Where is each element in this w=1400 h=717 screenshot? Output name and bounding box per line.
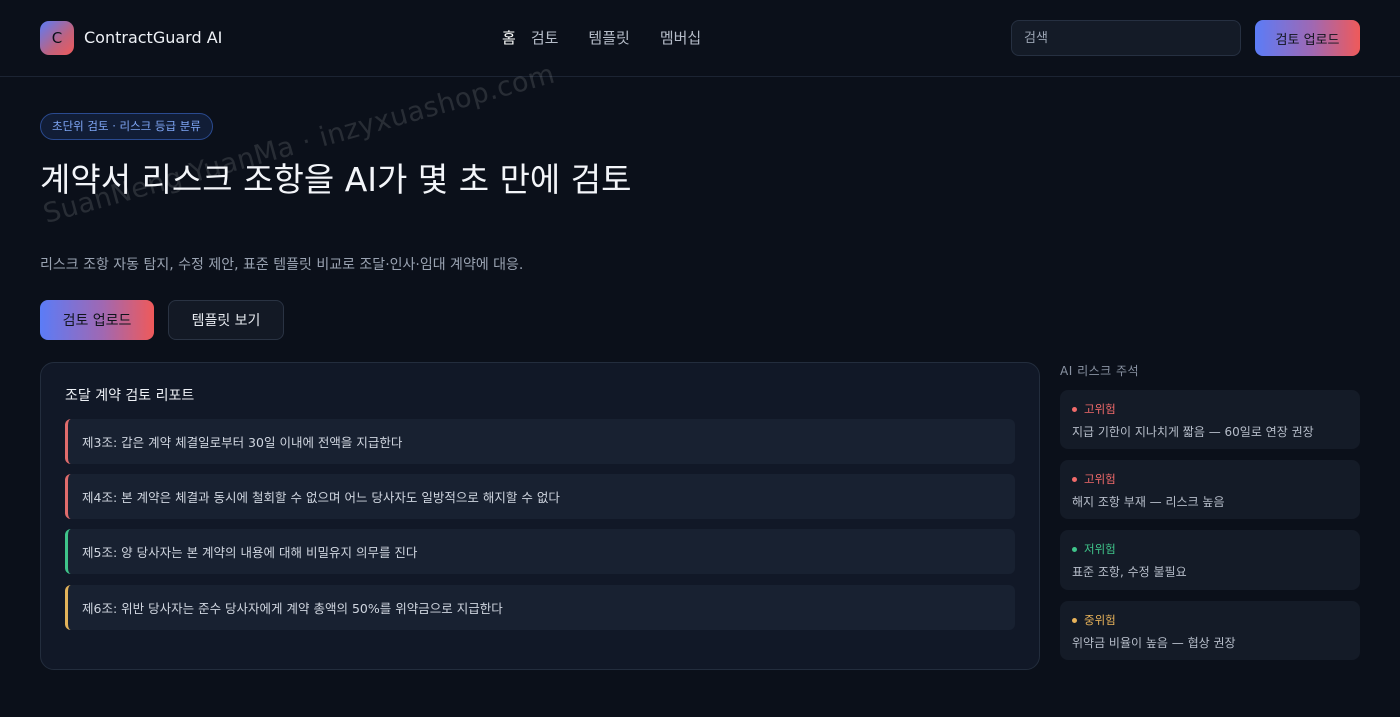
risk-level: 중위험	[1072, 612, 1116, 628]
risk-note: 지급 기한이 지나치게 짧음 — 60일로 연장 권장	[1072, 425, 1314, 439]
nav-item-templates[interactable]: 템플릿	[588, 27, 629, 48]
clause-item[interactable]: 제4조: 본 계약은 체결과 동시에 철회할 수 없으며 어느 당사자도 일방적…	[65, 474, 1015, 519]
risk-level-label: 고위험	[1084, 402, 1116, 416]
header-upload-button[interactable]: 검토 업로드	[1255, 20, 1360, 56]
top-navigation-bar: C ContractGuard AI 홈 검토 템플릿 멤버십 검토 업로드	[0, 0, 1400, 77]
clause-text: 제5조: 양 당사자는 본 계약의 내용에 대해 비밀유지 의무를 진다	[82, 545, 418, 560]
hero-title: 계약서 리스크 조항을 AI가 몇 초 만에 검토	[40, 160, 632, 199]
hero-subtitle: 리스크 조항 자동 탐지, 수정 제안, 표준 템플릿 비교로 조달·인사·임대…	[40, 257, 524, 273]
risk-level-label: 저위험	[1084, 542, 1116, 556]
logo-letter: C	[51, 29, 63, 47]
risk-dot-icon	[1072, 476, 1077, 482]
search-input[interactable]	[1011, 20, 1241, 56]
nav-item-membership[interactable]: 멤버십	[660, 27, 701, 48]
risk-level: 고위험	[1072, 471, 1116, 487]
upload-review-button[interactable]: 검토 업로드	[40, 300, 154, 340]
nav-item-review[interactable]: 검토	[531, 27, 559, 48]
risk-annotation-card[interactable]: 중위험 위약금 비율이 높음 — 협상 권장	[1060, 601, 1360, 660]
risk-level-label: 고위험	[1084, 472, 1116, 486]
risk-annotation-card[interactable]: 고위험 해지 조항 부재 — 리스크 높음	[1060, 460, 1360, 519]
logo-icon[interactable]: C	[40, 21, 74, 55]
risk-level-label: 중위험	[1084, 613, 1116, 627]
clause-text: 제6조: 위반 당사자는 준수 당사자에게 계약 총액의 50%를 위약금으로 …	[82, 601, 503, 616]
nav-item-home[interactable]: 홈	[502, 27, 516, 48]
brand-name[interactable]: ContractGuard AI	[84, 28, 222, 47]
risk-dot-icon	[1072, 546, 1077, 552]
risk-level: 저위험	[1072, 541, 1116, 557]
clause-item[interactable]: 제5조: 양 당사자는 본 계약의 내용에 대해 비밀유지 의무를 진다	[65, 529, 1015, 574]
view-templates-button[interactable]: 템플릿 보기	[168, 300, 284, 340]
clause-item[interactable]: 제3조: 갑은 계약 체결일로부터 30일 이내에 전액을 지급한다	[65, 419, 1015, 464]
risk-note: 해지 조항 부재 — 리스크 높음	[1072, 495, 1225, 509]
risk-note: 표준 조항, 수정 불필요	[1072, 565, 1187, 579]
clause-text: 제4조: 본 계약은 체결과 동시에 철회할 수 없으며 어느 당사자도 일방적…	[82, 490, 560, 505]
risk-annotation-card[interactable]: 저위험 표준 조항, 수정 불필요	[1060, 530, 1360, 590]
risk-dot-icon	[1072, 406, 1077, 412]
risk-level: 고위험	[1072, 401, 1116, 417]
clause-text: 제3조: 갑은 계약 체결일로부터 30일 이내에 전액을 지급한다	[82, 435, 403, 450]
risk-annotation-card[interactable]: 고위험 지급 기한이 지나치게 짧음 — 60일로 연장 권장	[1060, 390, 1360, 449]
report-title: 조달 계약 검토 리포트	[65, 388, 195, 404]
clause-item[interactable]: 제6조: 위반 당사자는 준수 당사자에게 계약 총액의 50%를 위약금으로 …	[65, 585, 1015, 630]
feature-badge: 초단위 검토 · 리스크 등급 분류	[40, 113, 213, 140]
risk-note: 위약금 비율이 높음 — 협상 권장	[1072, 636, 1236, 650]
main-nav: 홈 검토 템플릿 멤버십	[502, 27, 701, 48]
watermark-text: SuanNeng YuanMa · inzyxuashop.com	[40, 58, 559, 230]
annotations-heading: AI 리스크 주석	[1060, 364, 1140, 378]
review-report-card: 조달 계약 검토 리포트 제3조: 갑은 계약 체결일로부터 30일 이내에 전…	[40, 362, 1040, 670]
risk-dot-icon	[1072, 617, 1077, 623]
